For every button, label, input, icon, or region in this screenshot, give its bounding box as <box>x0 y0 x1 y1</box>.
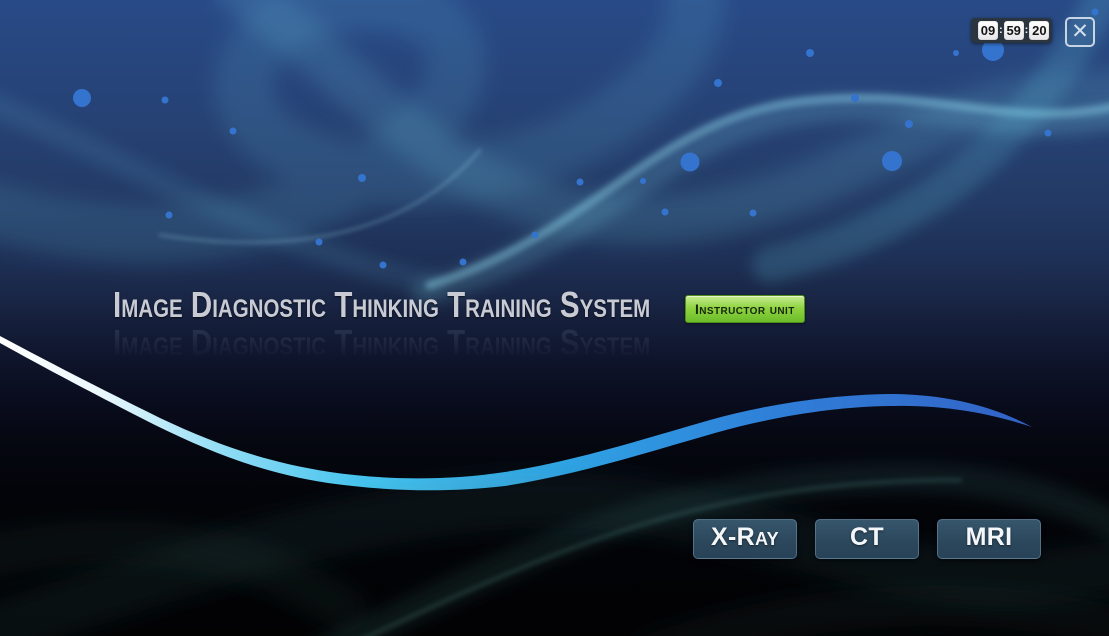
xray-button[interactable]: X-Ray <box>693 519 797 559</box>
app-title: Image Diagnostic Thinking Training Syste… <box>113 284 650 326</box>
mri-button[interactable]: MRI <box>937 519 1041 559</box>
app-title-reflection: Image Diagnostic Thinking Training Syste… <box>113 322 650 364</box>
ct-button[interactable]: CT <box>815 519 919 559</box>
clock-separator: : <box>1025 21 1029 40</box>
clock-minutes: 59 <box>1004 21 1024 40</box>
modality-button-row: X-Ray CT MRI <box>693 519 1041 559</box>
bubble-dots <box>73 9 1099 269</box>
close-icon: ✕ <box>1071 19 1089 45</box>
clock-seconds: 20 <box>1029 21 1049 40</box>
clock-display: 09 : 59 : 20 <box>971 18 1052 43</box>
instructor-unit-badge: Instructor unit <box>685 295 805 323</box>
close-button[interactable]: ✕ <box>1065 17 1095 47</box>
splash-screen: 09 : 59 : 20 ✕ Image Diagnostic Thinking… <box>0 0 1109 636</box>
wave-art <box>0 0 1109 292</box>
clock-hours: 09 <box>978 21 998 40</box>
clock-separator: : <box>999 21 1003 40</box>
